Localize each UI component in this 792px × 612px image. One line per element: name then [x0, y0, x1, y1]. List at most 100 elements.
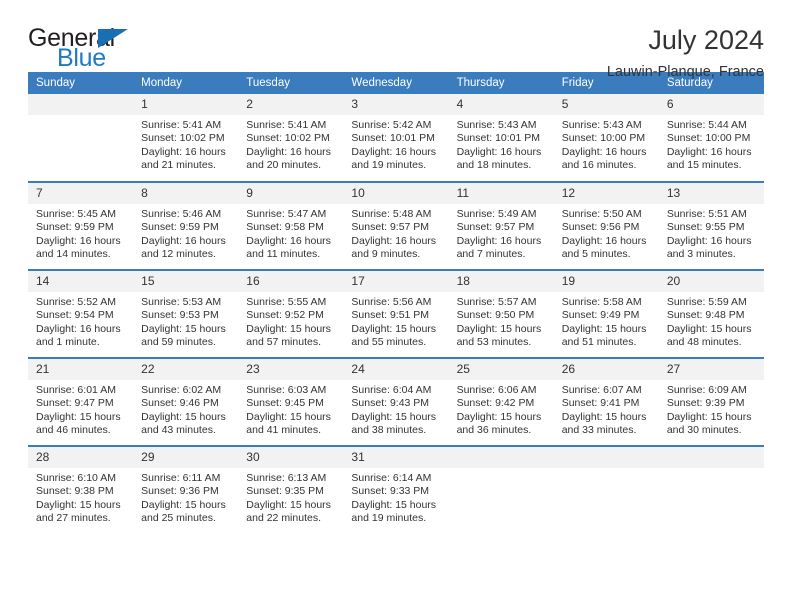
day-sun-info: Sunrise: 5:56 AM Sunset: 9:51 PM Daylight:…: [343, 292, 448, 350]
calendar-day-cell[interactable]: 17 Sunrise: 5:56 AM Sunset: 9:51 PM Dayligh…: [343, 269, 449, 358]
day-info-line: Daylight: 15 hours: [351, 410, 437, 423]
day-info-line: and 14 minutes.: [36, 248, 111, 261]
calendar-day-cell[interactable]: 21 Sunrise: 6:01 AM Sunset: 9:47 PM Dayligh…: [28, 357, 134, 446]
day-sun-info: Sunrise: 5:59 AM Sunset: 9:48 PM Daylight:…: [659, 292, 764, 350]
general-blue-logo[interactable]: General Blue: [28, 26, 146, 74]
day-number: 17: [343, 271, 449, 292]
calendar-day-cell[interactable]: 27 Sunrise: 6:09 AM Sunset: 9:39 PM Dayligh…: [658, 357, 764, 446]
calendar-day-cell[interactable]: 16 Sunrise: 5:55 AM Sunset: 9:52 PM Dayligh…: [238, 269, 344, 358]
day-sun-info: Sunrise: 6:01 AM Sunset: 9:47 PM Daylight:…: [28, 380, 133, 438]
day-number: [28, 94, 134, 115]
day-info-line: and 9 minutes.: [351, 248, 421, 261]
calendar-empty-cell: [553, 445, 659, 534]
calendar-day-cell[interactable]: 1 Sunrise: 5:41 AM Sunset: 10:02 PM Dayligh…: [133, 94, 239, 182]
day-info-line: and 41 minutes.: [246, 424, 321, 437]
day-info-line: and 46 minutes.: [36, 424, 111, 437]
calendar-day-cell[interactable]: 28 Sunrise: 6:10 AM Sunset: 9:38 PM Dayligh…: [28, 445, 134, 534]
calendar-day-cell[interactable]: 24 Sunrise: 6:04 AM Sunset: 9:43 PM Dayligh…: [343, 357, 449, 446]
day-sun-info: Sunrise: 6:06 AM Sunset: 9:42 PM Daylight:…: [449, 380, 554, 438]
calendar-day-cell[interactable]: 15 Sunrise: 5:53 AM Sunset: 9:53 PM Dayligh…: [133, 269, 239, 358]
day-sun-info: Sunrise: 5:48 AM Sunset: 9:57 PM Daylight:…: [343, 204, 448, 262]
day-info-line: and 18 minutes.: [456, 159, 532, 172]
weekday-header-wednesday: Wednesday: [343, 72, 449, 94]
day-number: 12: [553, 183, 659, 204]
calendar-day-cell[interactable]: 13 Sunrise: 5:51 AM Sunset: 9:55 PM Dayligh…: [658, 181, 764, 270]
day-number: 10: [343, 183, 449, 204]
day-number: 23: [238, 359, 344, 380]
day-sun-info: Sunrise: 6:02 AM Sunset: 9:46 PM Daylight:…: [133, 380, 238, 438]
calendar-day-cell[interactable]: 25 Sunrise: 6:06 AM Sunset: 9:42 PM Dayligh…: [448, 357, 554, 446]
day-info-line: Daylight: 16 hours: [246, 234, 331, 247]
day-info-line: and 22 minutes.: [246, 512, 321, 525]
day-info-line: Sunset: 9:54 PM: [36, 309, 114, 322]
day-number: 9: [238, 183, 344, 204]
day-info-line: and 21 minutes.: [141, 159, 216, 172]
day-sun-info: Sunrise: 6:10 AM Sunset: 9:38 PM Daylight:…: [28, 468, 133, 526]
calendar-day-cell[interactable]: 7 Sunrise: 5:45 AM Sunset: 9:59 PM Daylight…: [28, 181, 134, 270]
calendar-day-cell[interactable]: 11 Sunrise: 5:49 AM Sunset: 9:57 PM Dayligh…: [448, 181, 554, 270]
day-sun-info: Sunrise: 5:44 AM Sunset: 10:00 PM Daylight…: [659, 115, 764, 173]
day-info-line: Sunset: 9:50 PM: [456, 309, 535, 322]
day-sun-info: Sunrise: 5:41 AM Sunset: 10:02 PM Daylight…: [238, 115, 343, 173]
calendar-day-cell[interactable]: 2 Sunrise: 5:41 AM Sunset: 10:02 PM Dayligh…: [238, 94, 344, 182]
day-info-line: and 53 minutes.: [456, 336, 532, 349]
day-sun-info: Sunrise: 5:43 AM Sunset: 10:00 PM Daylight…: [554, 115, 659, 173]
calendar-page: General Blue July 2024 Lauwin-Planque, F…: [0, 0, 792, 612]
day-info-line: Daylight: 15 hours: [141, 498, 226, 511]
calendar-day-cell[interactable]: 26 Sunrise: 6:07 AM Sunset: 9:41 PM Dayligh…: [553, 357, 659, 446]
day-number: 22: [133, 359, 239, 380]
calendar-week-row: 7 Sunrise: 5:45 AM Sunset: 9:59 PM Daylight…: [28, 181, 764, 270]
calendar-day-cell[interactable]: 6 Sunrise: 5:44 AM Sunset: 10:00 PM Dayligh…: [658, 94, 764, 182]
day-info-line: Daylight: 16 hours: [456, 145, 542, 158]
calendar-day-cell[interactable]: 14 Sunrise: 5:52 AM Sunset: 9:54 PM Dayligh…: [28, 269, 134, 358]
calendar-day-cell[interactable]: 3 Sunrise: 5:42 AM Sunset: 10:01 PM Dayligh…: [343, 94, 449, 182]
day-number: 28: [28, 447, 134, 468]
calendar-day-cell[interactable]: 8 Sunrise: 5:46 AM Sunset: 9:59 PM Daylight…: [133, 181, 239, 270]
day-sun-info: Sunrise: 6:04 AM Sunset: 9:43 PM Daylight:…: [343, 380, 448, 438]
calendar-day-cell[interactable]: 23 Sunrise: 6:03 AM Sunset: 9:45 PM Dayligh…: [238, 357, 344, 446]
day-info-line: Sunrise: 5:45 AM: [36, 208, 116, 220]
day-info-line: Daylight: 16 hours: [36, 234, 121, 247]
calendar-day-cell[interactable]: 4 Sunrise: 5:43 AM Sunset: 10:01 PM Dayligh…: [448, 94, 554, 182]
calendar-day-cell[interactable]: 9 Sunrise: 5:47 AM Sunset: 9:58 PM Daylight…: [238, 181, 344, 270]
day-info-line: Sunset: 9:42 PM: [456, 397, 535, 410]
day-number: 27: [658, 359, 764, 380]
day-info-line: Daylight: 16 hours: [141, 234, 226, 247]
day-sun-info: Sunrise: 5:45 AM Sunset: 9:59 PM Daylight:…: [28, 204, 133, 262]
day-info-line: Daylight: 15 hours: [666, 322, 752, 335]
calendar-day-cell[interactable]: 20 Sunrise: 5:59 AM Sunset: 9:48 PM Dayligh…: [658, 269, 764, 358]
day-info-line: Sunset: 9:51 PM: [351, 309, 430, 322]
day-sun-info: Sunrise: 6:14 AM Sunset: 9:33 PM Daylight:…: [343, 468, 448, 526]
day-sun-info: Sunrise: 6:11 AM Sunset: 9:36 PM Daylight:…: [133, 468, 238, 526]
day-info-line: Sunset: 9:36 PM: [141, 485, 219, 498]
day-number: 11: [448, 183, 554, 204]
day-info-line: Sunrise: 5:51 AM: [666, 208, 747, 220]
day-number: 19: [553, 271, 659, 292]
calendar-day-cell[interactable]: 5 Sunrise: 5:43 AM Sunset: 10:00 PM Dayligh…: [553, 94, 659, 182]
day-info-line: Sunrise: 5:47 AM: [246, 208, 327, 220]
day-sun-info: [449, 468, 554, 472]
day-sun-info: Sunrise: 6:07 AM Sunset: 9:41 PM Daylight:…: [554, 380, 659, 438]
day-info-line: Daylight: 15 hours: [351, 322, 437, 335]
day-info-line: Sunrise: 5:44 AM: [666, 119, 747, 131]
calendar-day-cell[interactable]: 18 Sunrise: 5:57 AM Sunset: 9:50 PM Dayligh…: [448, 269, 554, 358]
calendar-day-cell[interactable]: 29 Sunrise: 6:11 AM Sunset: 9:36 PM Dayligh…: [133, 445, 239, 534]
day-info-line: Sunrise: 6:13 AM: [246, 472, 327, 484]
day-info-line: and 20 minutes.: [246, 159, 321, 172]
day-info-line: and 19 minutes.: [351, 512, 427, 525]
day-number: 15: [133, 271, 239, 292]
calendar-day-cell[interactable]: 31 Sunrise: 6:14 AM Sunset: 9:33 PM Dayligh…: [343, 445, 449, 534]
calendar-day-cell[interactable]: 12 Sunrise: 5:50 AM Sunset: 9:56 PM Dayligh…: [553, 181, 659, 270]
calendar-day-cell[interactable]: 30 Sunrise: 6:13 AM Sunset: 9:35 PM Dayligh…: [238, 445, 344, 534]
calendar-day-cell[interactable]: 22 Sunrise: 6:02 AM Sunset: 9:46 PM Dayligh…: [133, 357, 239, 446]
day-info-line: Sunrise: 6:02 AM: [141, 384, 222, 396]
calendar-day-cell[interactable]: 10 Sunrise: 5:48 AM Sunset: 9:57 PM Dayligh…: [343, 181, 449, 270]
day-info-line: and 43 minutes.: [141, 424, 216, 437]
day-info-line: Daylight: 15 hours: [456, 410, 542, 423]
day-info-line: and 16 minutes.: [561, 159, 637, 172]
day-info-line: Sunrise: 6:03 AM: [246, 384, 327, 396]
calendar-day-cell[interactable]: 19 Sunrise: 5:58 AM Sunset: 9:49 PM Dayligh…: [553, 269, 659, 358]
day-info-line: and 38 minutes.: [351, 424, 427, 437]
day-number: 13: [658, 183, 764, 204]
day-info-line: Sunset: 9:49 PM: [561, 309, 640, 322]
